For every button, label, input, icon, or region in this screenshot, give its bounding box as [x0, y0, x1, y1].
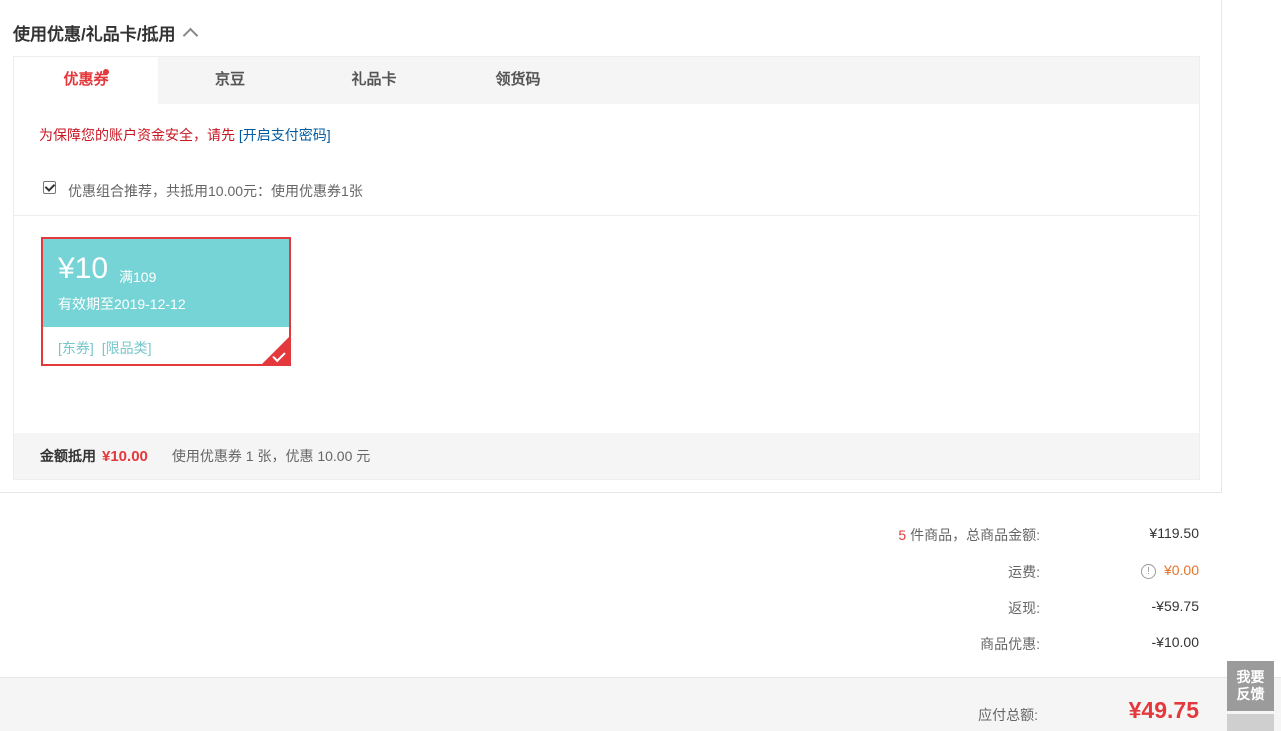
coupon-amount: ¥10	[58, 252, 109, 285]
coupon-tags: [东券] [限品类]	[58, 338, 160, 358]
coupon-header: ¥10 满109 有效期至2019-12-12	[43, 239, 289, 327]
shipping-label: 运费:	[1008, 564, 1040, 580]
notification-dot-icon	[103, 69, 109, 75]
shipping-value-wrap: ! ¥0.00	[1140, 562, 1199, 580]
cashback-label: 返现:	[1008, 600, 1040, 616]
enable-payment-password-link[interactable]: [开启支付密码]	[239, 127, 331, 143]
section-header[interactable]: 使用优惠/礼品卡/抵用	[13, 20, 199, 45]
chevron-up-icon[interactable]	[183, 27, 199, 44]
cashback-value: -¥59.75	[1151, 598, 1199, 614]
coupon-card[interactable]: ¥10 满109 有效期至2019-12-12 [东券] [限品类]	[41, 237, 291, 366]
summary-value: ¥10.00	[102, 447, 148, 465]
security-notice: 为保障您的账户资金安全，请先 [开启支付密码]	[39, 125, 331, 145]
tab-bar: 优惠券 京豆 礼品卡 领货码	[14, 57, 1199, 104]
summary-label: 金额抵用	[40, 448, 96, 464]
shipping-value: ¥0.00	[1163, 562, 1199, 578]
section-title: 使用优惠/礼品卡/抵用	[13, 25, 176, 44]
goods-total-value: ¥119.50	[1149, 525, 1199, 541]
tab-coupons[interactable]: 优惠券	[14, 57, 158, 104]
tab-gift-card[interactable]: 礼品卡	[302, 57, 446, 104]
cashback-row: 返现: -¥59.75	[0, 598, 1281, 618]
feedback-line2: 反馈	[1236, 686, 1265, 702]
side-tool-button[interactable]	[1227, 714, 1274, 731]
payable-value: ¥49.75	[1128, 697, 1199, 723]
goods-total-text: 件商品，总商品金额:	[910, 527, 1040, 543]
coupon-condition: 满109	[119, 269, 157, 285]
summary-desc: 使用优惠券 1 张，优惠 10.00 元	[171, 448, 371, 464]
coupon-tag: [限品类]	[101, 340, 152, 356]
feedback-button[interactable]: 我要 反馈	[1227, 661, 1274, 711]
tab-redeem-code[interactable]: 领货码	[446, 57, 590, 104]
info-icon[interactable]: !	[1140, 564, 1156, 579]
goods-total-row: 5 件商品，总商品金额: ¥119.50	[0, 525, 1281, 545]
combo-checkbox[interactable]	[43, 180, 56, 194]
discount-box: 优惠券 京豆 礼品卡 领货码 为保障您的账户资金安全，请先 [开启支付密码] 优…	[13, 56, 1200, 480]
tab-label: 领货码	[495, 71, 541, 88]
tab-label: 礼品卡	[351, 71, 397, 88]
feedback-line1: 我要	[1236, 669, 1265, 685]
discount-label: 商品优惠:	[980, 636, 1040, 652]
tab-label: 优惠券	[63, 71, 109, 88]
discount-summary: 金额抵用 ¥10.00 使用优惠券 1 张，优惠 10.00 元	[14, 433, 1199, 479]
discount-value: -¥10.00	[1151, 634, 1199, 650]
tab-label: 京豆	[214, 71, 245, 88]
payable-bar: 应付总额: ¥49.75	[0, 677, 1281, 731]
combo-recommendation: 优惠组合推荐，共抵用10.00元：使用优惠券1张	[43, 180, 363, 201]
coupon-validity: 有效期至2019-12-12	[58, 296, 186, 312]
tab-jingdou[interactable]: 京豆	[158, 57, 302, 104]
combo-text: 优惠组合推荐，共抵用10.00元：使用优惠券1张	[68, 183, 363, 199]
item-count: 5	[898, 527, 907, 543]
discount-panel: 使用优惠/礼品卡/抵用 优惠券 京豆 礼品卡 领货码 为保障您的账户资金安全，请…	[0, 0, 1222, 493]
payable-label: 应付总额:	[978, 707, 1038, 723]
divider	[14, 215, 1199, 216]
discount-row: 商品优惠: -¥10.00	[0, 634, 1281, 654]
shipping-row: 运费: ! ¥0.00	[0, 562, 1281, 582]
notice-text: 为保障您的账户资金安全，请先	[39, 127, 235, 143]
coupon-tag: [东券]	[58, 340, 94, 356]
goods-total-label: 5 件商品，总商品金额:	[898, 525, 1040, 545]
